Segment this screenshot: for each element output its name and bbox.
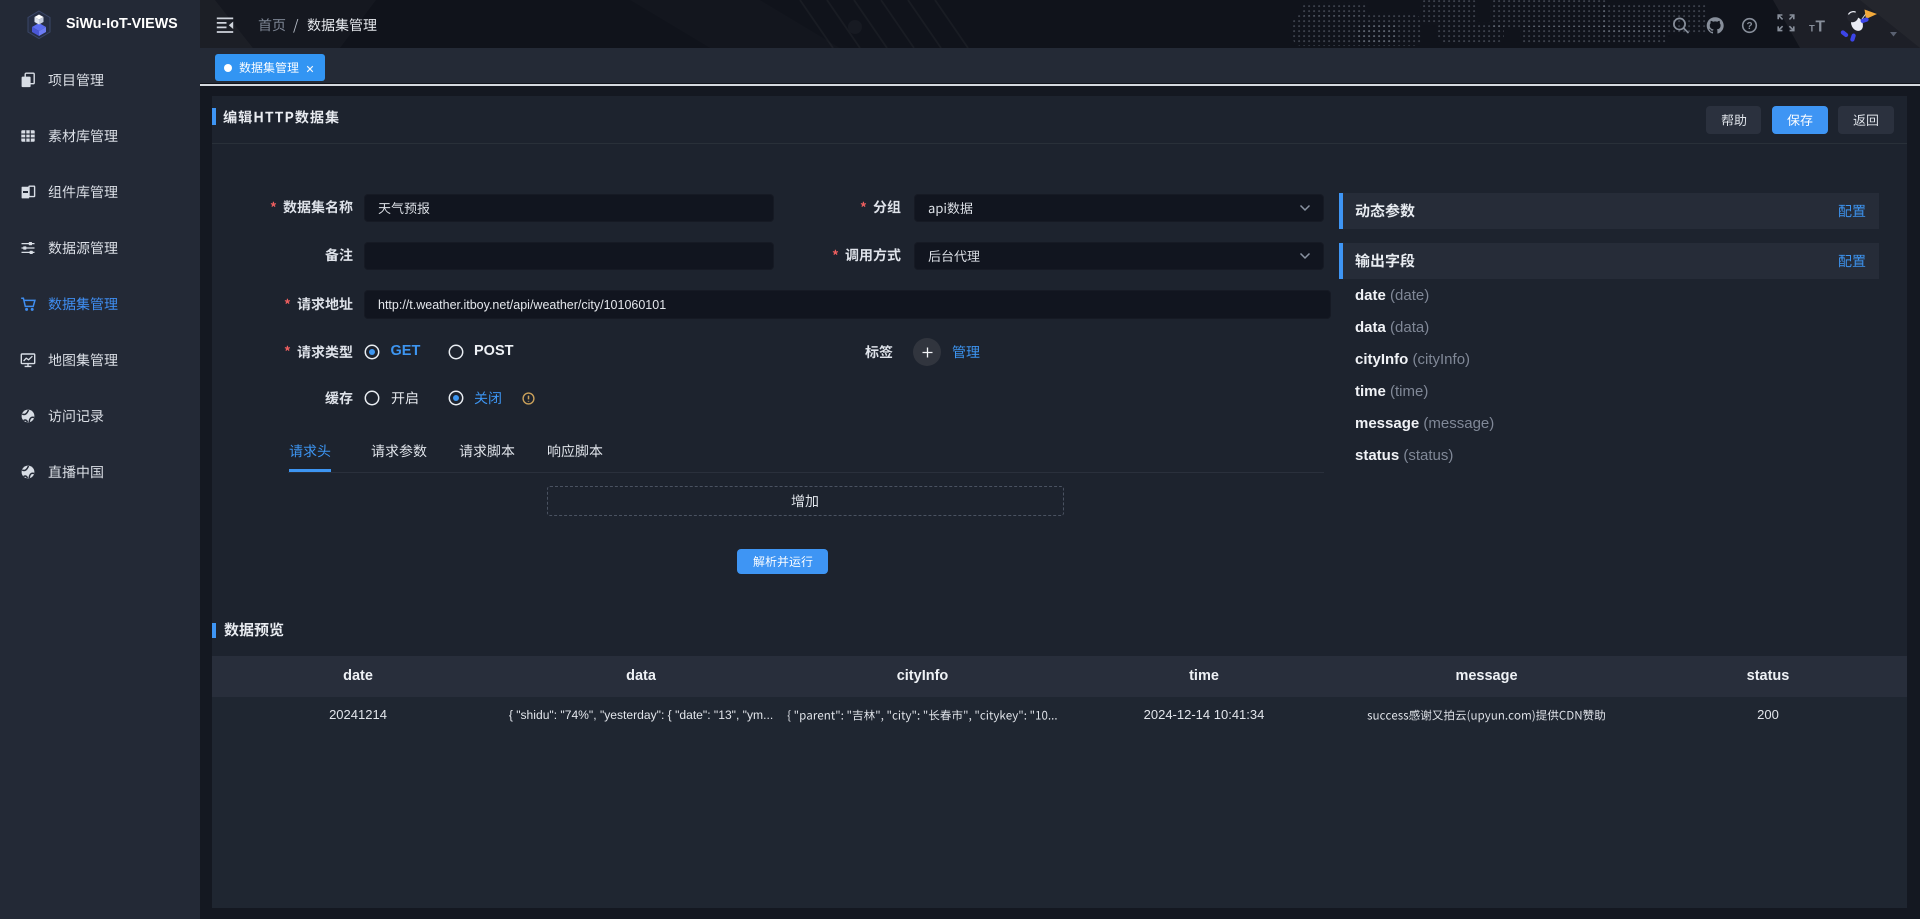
svg-text:T: T bbox=[1816, 19, 1826, 36]
svg-text:?: ? bbox=[1746, 21, 1752, 32]
svg-text:T: T bbox=[1809, 24, 1815, 35]
